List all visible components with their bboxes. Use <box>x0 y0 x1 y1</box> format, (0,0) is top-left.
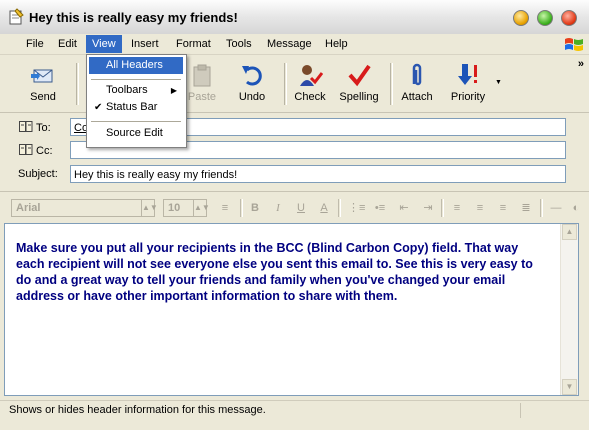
compose-window: Hey this is really easy my friends! File… <box>0 0 589 430</box>
align-right-icon[interactable]: ≡ <box>495 201 511 215</box>
toolbar-separator <box>76 63 79 105</box>
font-color-icon[interactable]: A <box>316 201 332 215</box>
menu-format[interactable]: Format <box>170 35 217 53</box>
menu-help[interactable]: Help <box>319 35 354 53</box>
status-cell <box>520 403 581 418</box>
format-separator <box>540 199 543 217</box>
view-menu-toolbars[interactable]: Toolbars ▶ <box>89 82 183 99</box>
windows-logo-icon <box>565 38 583 51</box>
send-button[interactable]: Send <box>16 59 70 109</box>
format-separator <box>240 199 243 217</box>
menu-file[interactable]: File <box>20 35 50 53</box>
spelling-button[interactable]: Spelling <box>332 59 386 109</box>
paragraph-style-icon[interactable]: ≡ <box>217 201 233 215</box>
priority-icon <box>458 64 477 85</box>
message-body-text[interactable]: Make sure you put all your recipients in… <box>16 240 546 304</box>
subject-row: Subject: Hey this is really easy my frie… <box>0 164 589 186</box>
paperclip-icon <box>412 63 422 86</box>
align-left-icon[interactable]: ≡ <box>449 201 465 215</box>
menu-view[interactable]: View <box>86 35 122 53</box>
window-title: Hey this is really easy my friends! <box>29 10 238 25</box>
cc-label[interactable]: Cc: <box>19 144 53 157</box>
subject-label: Subject: <box>18 168 58 180</box>
font-combo-arrow-icon: ▲▼ <box>141 200 158 216</box>
scroll-up-icon[interactable]: ▲ <box>562 224 577 240</box>
title-bar: Hey this is really easy my friends! <box>0 0 589 35</box>
font-combo[interactable]: Arial ▲▼ <box>11 199 158 217</box>
horizontal-line-icon[interactable]: — <box>548 201 564 215</box>
align-center-icon[interactable]: ≡ <box>472 201 488 215</box>
send-icon <box>31 69 53 83</box>
paste-icon <box>193 64 211 87</box>
address-book-icon <box>19 121 33 132</box>
menu-message[interactable]: Message <box>261 35 318 53</box>
status-text: Shows or hides header information for th… <box>9 404 266 416</box>
priority-button[interactable]: Priority <box>441 59 495 109</box>
view-menu-all-headers[interactable]: All Headers <box>89 57 183 74</box>
menu-tools[interactable]: Tools <box>220 35 258 53</box>
menu-insert[interactable]: Insert <box>125 35 165 53</box>
check-names-button[interactable]: Check <box>283 59 337 109</box>
format-separator <box>338 199 341 217</box>
insert-picture-icon[interactable]: ◐ <box>568 201 584 215</box>
format-separator <box>441 199 444 217</box>
view-menu-dropdown: All Headers Toolbars ▶ ✔ Status Bar Sour… <box>86 54 187 148</box>
font-size-combo[interactable]: 10 ▲▼ <box>163 199 210 217</box>
increase-indent-icon[interactable]: ⇥ <box>420 201 436 215</box>
formatting-toolbar: Arial ▲▼ 10 ▲▼ ≡ B I U A ⋮≡ •≡ ⇤ ⇥ ≡ ≡ ≡… <box>0 191 589 222</box>
italic-icon[interactable]: I <box>270 201 286 215</box>
underline-icon[interactable]: U <box>293 201 309 215</box>
decrease-indent-icon[interactable]: ⇤ <box>396 201 412 215</box>
bullets-icon[interactable]: •≡ <box>372 201 388 215</box>
priority-dropdown-arrow[interactable]: ▼ <box>495 79 502 86</box>
subject-field[interactable]: Hey this is really easy my friends! <box>70 165 566 183</box>
menu-separator <box>91 121 181 122</box>
undo-button[interactable]: Undo <box>225 59 279 109</box>
close-button[interactable] <box>561 10 577 26</box>
menu-separator <box>91 79 181 80</box>
vertical-scrollbar[interactable]: ▲ ▼ <box>560 224 578 395</box>
undo-icon <box>242 66 262 86</box>
message-body-editor[interactable]: Make sure you put all your recipients in… <box>4 223 579 396</box>
maximize-button[interactable] <box>537 10 553 26</box>
status-bar: Shows or hides header information for th… <box>0 400 589 421</box>
size-combo-arrow-icon: ▲▼ <box>193 200 210 216</box>
numbering-icon[interactable]: ⋮≡ <box>348 201 365 215</box>
submenu-arrow-icon: ▶ <box>170 86 177 95</box>
justify-icon[interactable]: ≣ <box>518 201 534 215</box>
minimize-button[interactable] <box>513 10 529 26</box>
address-book-icon <box>19 144 33 155</box>
scroll-down-icon[interactable]: ▼ <box>562 379 577 395</box>
bold-icon[interactable]: B <box>247 201 263 215</box>
compose-message-icon <box>9 8 24 25</box>
view-menu-status-bar[interactable]: ✔ Status Bar <box>89 99 183 116</box>
to-label[interactable]: To: <box>19 121 51 134</box>
menu-bar: File Edit View Insert Format Tools Messa… <box>0 34 589 55</box>
check-names-icon <box>300 65 323 86</box>
spelling-icon <box>348 64 371 87</box>
menu-edit[interactable]: Edit <box>52 35 83 53</box>
checkmark-icon: ✔ <box>94 102 103 113</box>
toolbar-overflow-chevron[interactable]: » <box>578 58 584 70</box>
view-menu-source-edit[interactable]: Source Edit <box>89 125 183 142</box>
attach-button[interactable]: Attach <box>390 59 444 109</box>
